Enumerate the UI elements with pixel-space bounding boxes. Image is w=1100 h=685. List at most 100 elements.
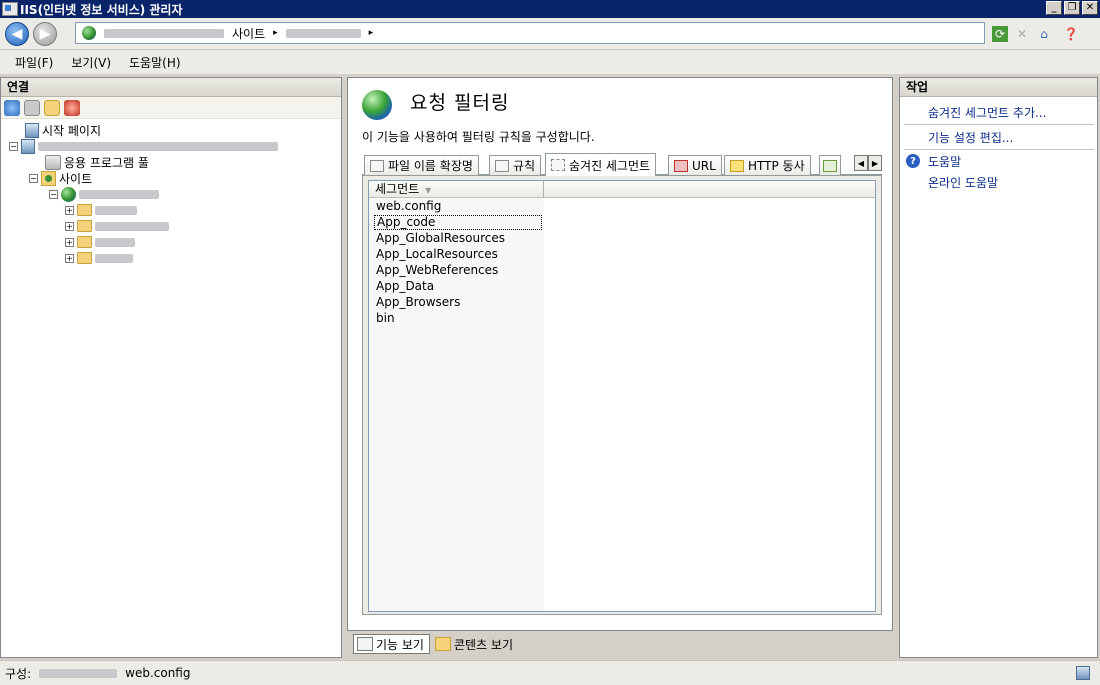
tree-item-folder[interactable]: + — [65, 202, 137, 218]
tab-file-extensions[interactable]: 파일 이름 확장명 — [364, 155, 479, 175]
tab-http-verbs[interactable]: HTTP 동사 — [724, 155, 811, 175]
address-bar[interactable]: 사이트 ▸ ▸ — [75, 22, 985, 44]
help-icon: ? — [906, 154, 920, 168]
segment-row-selected[interactable]: App_code — [374, 215, 542, 230]
redacted-folder-name — [95, 237, 135, 247]
redacted-folder-name — [95, 205, 137, 215]
tab-scroll-left-icon[interactable]: ◀ — [854, 155, 868, 171]
collapse-icon[interactable]: − — [49, 189, 58, 199]
website-globe-icon — [61, 186, 76, 202]
tree-item-folder[interactable]: + — [65, 250, 133, 266]
sites-folder-icon — [41, 170, 56, 186]
page-title: 요청 필터링 — [410, 92, 510, 114]
close-button[interactable]: ✕ — [1082, 1, 1098, 15]
column-header-label: 세그먼트 — [375, 182, 420, 196]
segment-row[interactable]: App_GlobalResources — [374, 231, 505, 246]
filter-tabs: 파일 이름 확장명 규칙 숨겨진 세그먼트 URL HTTP 동사 ◀ ▶ — [362, 153, 882, 176]
tab-rules[interactable]: 규칙 — [489, 155, 542, 175]
url-deny-icon — [674, 159, 688, 172]
breadcrumb-separator-icon[interactable]: ▸ — [369, 28, 374, 38]
iis-app-icon — [2, 2, 18, 16]
tree-item-sites[interactable]: − 사이트 — [29, 170, 92, 186]
folder-icon — [77, 252, 92, 264]
forward-button[interactable]: ▶ — [33, 22, 57, 46]
restore-button[interactable]: ❐ — [1064, 1, 1080, 15]
menu-file[interactable]: 파일(F) — [6, 54, 62, 71]
collapse-icon[interactable]: − — [9, 141, 18, 151]
tree-item-label: 시작 페이지 — [42, 123, 102, 138]
segment-row[interactable]: App_Browsers — [374, 295, 460, 310]
stop-icon[interactable]: ✕ — [1014, 26, 1030, 42]
content-view-tab[interactable]: 콘텐츠 보기 — [432, 634, 518, 654]
back-button[interactable]: ◀ — [5, 22, 29, 46]
tree-item-server[interactable]: − — [9, 138, 278, 154]
online-help-link[interactable]: 온라인 도움말 — [928, 174, 998, 191]
tab-scroll-right-icon[interactable]: ▶ — [868, 155, 882, 171]
http-verb-icon — [730, 159, 744, 172]
start-page-icon — [25, 122, 39, 138]
grid-header: 세그먼트 ▼ — [369, 181, 875, 198]
segment-row[interactable]: App_Data — [374, 279, 434, 294]
segment-row[interactable]: web.config — [374, 199, 441, 214]
folder-icon — [77, 220, 92, 232]
address-toolbar: ◀ ▶ 사이트 ▸ ▸ ⟳ ✕ ⌂ ❓ — [0, 18, 1100, 50]
expand-icon[interactable]: + — [65, 237, 74, 247]
tab-url[interactable]: URL — [668, 155, 722, 175]
add-hidden-segment-link[interactable]: 숨겨진 세그먼트 추가... — [928, 104, 1046, 121]
help-menu-icon[interactable]: ❓ — [1063, 26, 1079, 42]
request-filtering-globe-icon — [362, 90, 392, 120]
content-view-icon — [434, 637, 451, 651]
back-arrow-icon: ◀ — [11, 26, 23, 42]
breadcrumb-sites[interactable]: 사이트 — [232, 25, 265, 42]
expand-icon[interactable]: + — [65, 205, 74, 215]
redacted-server-name — [104, 28, 224, 38]
expand-icon[interactable]: + — [65, 221, 74, 231]
breadcrumb-separator-icon[interactable]: ▸ — [273, 28, 278, 38]
collapse-icon[interactable]: − — [29, 173, 38, 183]
minimize-button[interactable]: _ — [1046, 1, 1062, 15]
tab-label: 숨겨진 세그먼트 — [569, 158, 651, 173]
refresh-icon[interactable]: ⟳ — [992, 26, 1008, 42]
segment-row[interactable]: App_LocalResources — [374, 247, 498, 262]
features-view-icon — [357, 637, 373, 651]
sort-down-icon: ▼ — [425, 186, 432, 195]
connect-icon[interactable] — [4, 99, 20, 116]
tab-hidden-segments[interactable]: 숨겨진 세그먼트 — [545, 153, 657, 176]
help-link[interactable]: 도움말 — [928, 153, 961, 170]
expand-icon[interactable]: + — [65, 253, 74, 263]
tree-item-label: 사이트 — [59, 171, 93, 186]
tree-item-start-page[interactable]: 시작 페이지 — [25, 122, 101, 138]
up-folder-icon[interactable] — [44, 99, 60, 116]
feature-pane: 요청 필터링 이 기능을 사용하여 필터링 규칙을 구성합니다. 파일 이름 확… — [347, 77, 893, 631]
disconnect-icon[interactable] — [64, 99, 80, 116]
menu-help[interactable]: 도움말(H) — [120, 54, 190, 71]
feature-description: 이 기능을 사용하여 필터링 규칙을 구성합니다. — [362, 130, 595, 144]
features-view-tab[interactable]: 기능 보기 — [353, 634, 430, 654]
menu-bar: 파일(F) 보기(V) 도움말(H) — [0, 50, 1100, 74]
file-extension-icon — [370, 159, 384, 172]
edit-feature-settings-link[interactable]: 기능 설정 편집... — [928, 129, 1013, 146]
tree-item-site[interactable]: − — [49, 186, 159, 202]
forward-arrow-icon: ▶ — [39, 26, 51, 42]
folder-icon — [77, 236, 92, 248]
tab-label: 규칙 — [513, 159, 536, 173]
tree-item-folder[interactable]: + — [65, 218, 169, 234]
hidden-segment-icon — [551, 159, 565, 171]
segments-grid-frame: 세그먼트 ▼ web.config App_code App_GlobalReso… — [362, 175, 882, 615]
title-bar: IIS(인터넷 정보 서비스) 관리자 _ ❐ ✕ — [0, 0, 1100, 18]
status-bar: 구성: web.config — [0, 660, 1100, 685]
connections-tree: 시작 페이지 − 응용 프로그램 풀 − 사이트 − + + + + — [1, 119, 341, 264]
column-header-segment[interactable]: 세그먼트 ▼ — [369, 181, 544, 198]
actions-pane: 작업 숨겨진 세그먼트 추가... 기능 설정 편집... ? 도움말 온라인 … — [899, 77, 1098, 658]
segment-row[interactable]: bin — [374, 311, 395, 326]
redacted-site-name — [285, 28, 361, 38]
tab-headers[interactable] — [819, 155, 841, 175]
home-icon[interactable]: ⌂ — [1036, 26, 1052, 42]
tree-item-folder[interactable]: + — [65, 234, 135, 250]
headers-icon — [823, 159, 837, 172]
menu-view[interactable]: 보기(V) — [62, 54, 120, 71]
segment-row[interactable]: App_WebReferences — [374, 263, 498, 278]
save-icon[interactable] — [24, 99, 40, 116]
redacted-site-name — [79, 189, 159, 199]
tree-item-app-pools[interactable]: 응용 프로그램 풀 — [45, 154, 149, 170]
